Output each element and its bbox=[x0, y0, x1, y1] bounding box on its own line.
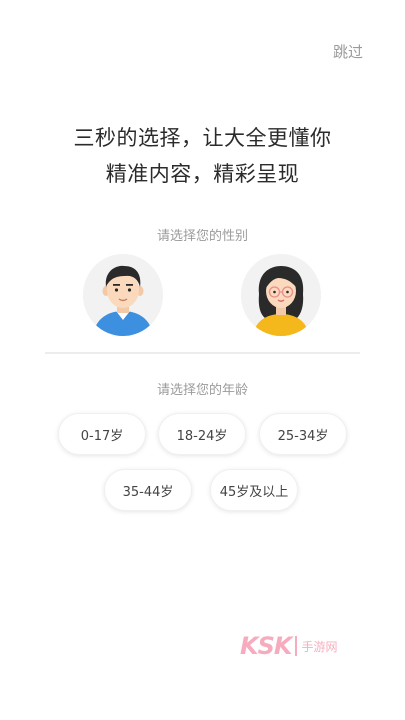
skip-button[interactable]: 跳过 bbox=[333, 41, 363, 62]
watermark-separator bbox=[295, 636, 298, 656]
headline-line-2: 精准内容，精彩呈现 bbox=[105, 162, 300, 186]
male-avatar-icon bbox=[83, 254, 163, 336]
age-option-25-34[interactable]: 25-34岁 bbox=[259, 413, 347, 455]
watermark-sub: 手游网 bbox=[301, 639, 338, 654]
watermark-brand: KSK bbox=[240, 632, 292, 660]
section-divider bbox=[45, 352, 360, 354]
age-option-35-44[interactable]: 35-44岁 bbox=[104, 469, 192, 511]
gender-label: 请选择您的性别 bbox=[156, 229, 248, 244]
age-option-0-17[interactable]: 0-17岁 bbox=[58, 413, 146, 455]
age-option-18-24[interactable]: 18-24岁 bbox=[158, 413, 246, 455]
male-avatar-button[interactable] bbox=[83, 254, 163, 336]
headline: 三秒的选择，让大全更懂你 精准内容，精彩呈现 bbox=[0, 120, 405, 192]
watermark-logo: KSK 手游网 bbox=[240, 632, 338, 660]
age-label: 请选择您的年龄 bbox=[156, 383, 248, 398]
headline-line-1: 三秒的选择，让大全更懂你 bbox=[73, 126, 332, 150]
age-option-45-plus[interactable]: 45岁及以上 bbox=[210, 469, 298, 511]
female-avatar-button[interactable] bbox=[241, 254, 321, 336]
female-avatar-icon bbox=[241, 254, 321, 336]
